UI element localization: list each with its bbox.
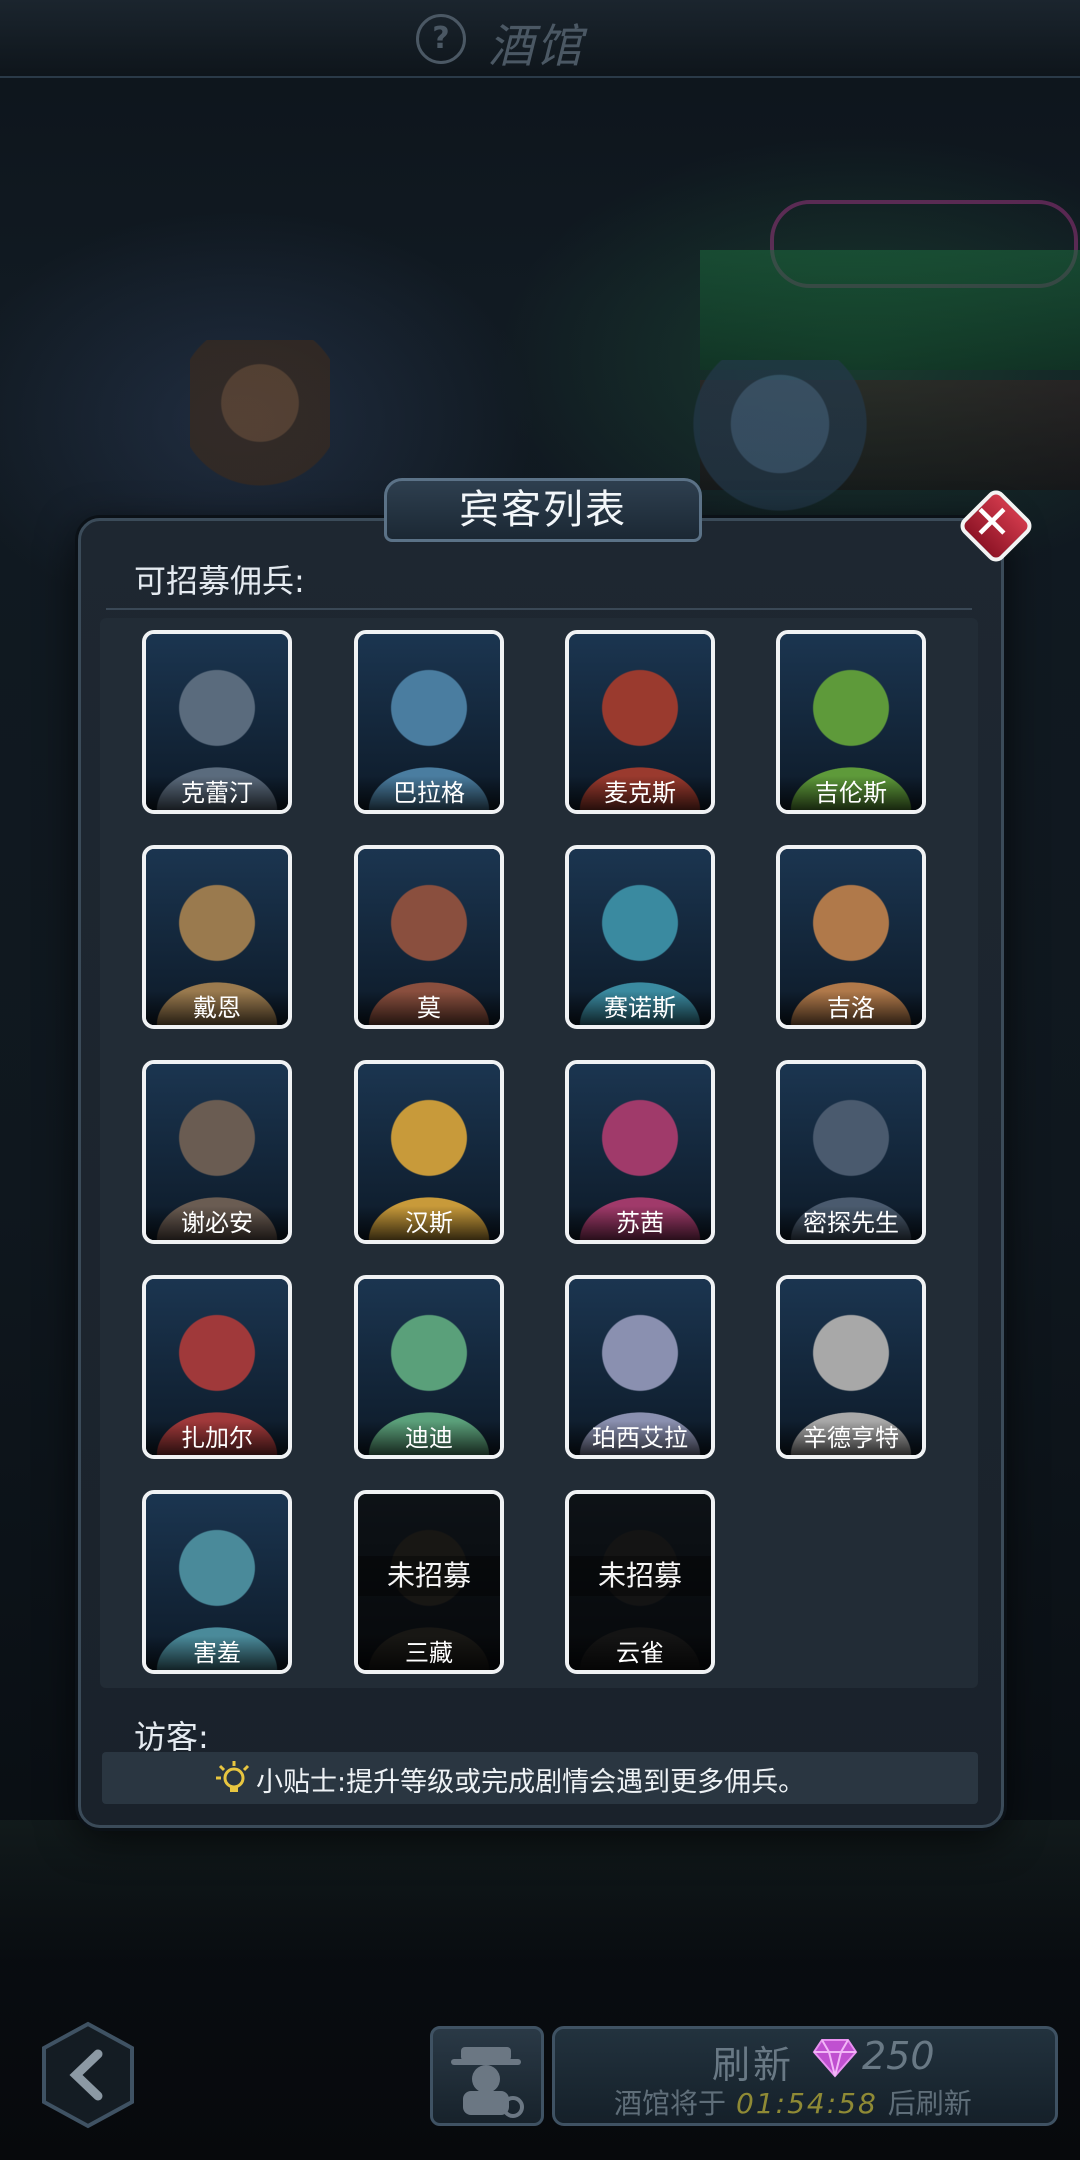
mercenary-name: 吉洛 [780,991,922,1025]
mercenary-card[interactable]: 密探先生 [776,1060,926,1244]
mercenary-card[interactable]: 吉伦斯 [776,630,926,814]
mercenary-card[interactable]: 赛诺斯 [565,845,715,1029]
mercenary-card[interactable]: 苏茜 [565,1060,715,1244]
timer-suffix: 后刷新 [887,2087,972,2120]
lightbulb-icon [216,1761,250,1792]
divider [106,608,972,610]
mercenary-card[interactable]: 迪迪 [354,1275,504,1459]
spy-hero-button[interactable] [430,2026,544,2126]
timer-value: 01:54:58 [736,2087,878,2120]
background-character [680,360,880,520]
mercenary-name: 三藏 [358,1636,500,1670]
not-recruited-label: 未招募 [358,1556,500,1596]
mercenary-card[interactable]: 害羞 [142,1490,292,1674]
mercenary-card[interactable]: 巴拉格 [354,630,504,814]
close-button[interactable]: ✕ [956,486,1036,566]
floor [0,1820,1080,1960]
mercenary-card[interactable]: 珀西艾拉 [565,1275,715,1459]
mercenary-card[interactable]: 莫 [354,845,504,1029]
refresh-label: 刷新 [712,2043,795,2087]
mercenary-card[interactable]: 麦克斯 [565,630,715,814]
mercenary-name: 汉斯 [358,1206,500,1240]
mercenary-name: 迪迪 [358,1421,500,1455]
mercenary-name: 巴拉格 [358,776,500,810]
dialog-title-tab: 宾客列表 [384,478,702,542]
mercenary-name: 莫 [358,991,500,1025]
recruitable-label: 可招募佣兵: [134,562,305,600]
mercenary-name: 云雀 [569,1636,711,1670]
mercenary-card[interactable]: 克蕾汀 [142,630,292,814]
spy-icon [451,2047,524,2118]
mercenary-name: 苏茜 [569,1206,711,1240]
close-icon: ✕ [972,495,1012,549]
top-bar: ? 酒馆 [0,0,1080,78]
mercenary-name: 克蕾汀 [146,776,288,810]
gem-icon [812,2039,858,2078]
mercenary-name: 密探先生 [780,1206,922,1240]
mercenary-name: 辛德亨特 [780,1421,922,1455]
refresh-timer: 酒馆将于 01:54:58 后刷新 [614,2082,972,2122]
mercenary-card[interactable]: 汉斯 [354,1060,504,1244]
mercenary-card[interactable]: 未招募 云雀 [565,1490,715,1674]
mercenary-name: 谢必安 [146,1206,288,1240]
back-button[interactable] [38,2020,138,2130]
mercenary-card[interactable]: 谢必安 [142,1060,292,1244]
mercenary-card[interactable]: 辛德亨特 [776,1275,926,1459]
mercenary-card[interactable]: 扎加尔 [142,1275,292,1459]
mercenary-card[interactable]: 戴恩 [142,845,292,1029]
bar-shelf [700,250,1080,370]
page-title: 酒馆 [488,19,584,73]
timer-prefix: 酒馆将于 [614,2087,727,2120]
mercenary-card[interactable]: 吉洛 [776,845,926,1029]
mercenary-card[interactable]: 未招募 三藏 [354,1490,504,1674]
mercenary-name: 麦克斯 [569,776,711,810]
question-icon[interactable]: ? [416,14,466,64]
mercenary-name: 珀西艾拉 [569,1421,711,1455]
refresh-cost: 250 [862,2034,935,2078]
mercenary-name: 戴恩 [146,991,288,1025]
tip-text: 小贴士:提升等级或完成剧情会遇到更多佣兵。 [256,1767,806,1798]
background-character [190,340,330,520]
mercenary-name: 扎加尔 [146,1421,288,1455]
not-recruited-label: 未招募 [569,1556,711,1596]
mercenary-name: 吉伦斯 [780,776,922,810]
mercenary-name: 赛诺斯 [569,991,711,1025]
mercenary-name: 害羞 [146,1636,288,1670]
dialog-title: 宾客列表 [459,487,627,533]
